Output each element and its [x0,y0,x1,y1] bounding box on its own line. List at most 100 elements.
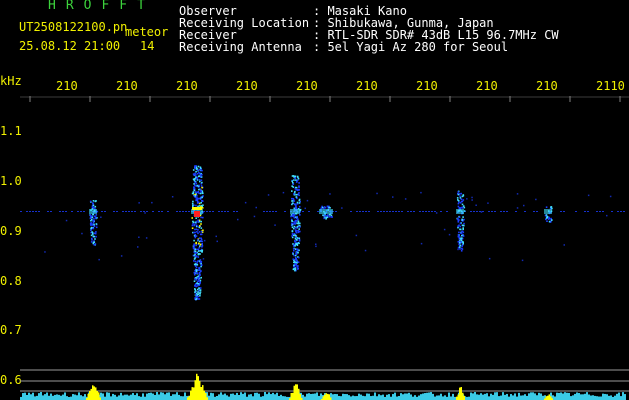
level-peak-bar [90,388,92,400]
echo-speck [293,225,296,228]
echo-speck [295,236,297,238]
echo-speck [93,218,95,220]
level-baseline-bar [34,396,36,400]
echo-speck [292,233,294,235]
echo-speck [463,222,465,225]
level-baseline-bar [342,393,344,400]
level-baseline-bar [576,392,578,400]
echo-speck [298,194,300,197]
echo-speck [95,214,98,216]
echo-speck [194,285,196,287]
echo-speck [196,285,199,287]
noise-speck [151,201,153,204]
carrier-speck [380,211,382,212]
level-baseline-bar [80,395,82,400]
echo-speck [294,257,297,259]
noise-speck [282,191,285,194]
echo-speck [200,264,203,266]
level-baseline-bar [502,392,504,400]
carrier-speck [143,211,145,212]
echo-speck [294,175,297,178]
echo-speck [462,227,464,229]
echo-speck [459,246,461,248]
level-peak-bar [199,381,201,400]
echo-speck [201,249,204,252]
carrier-speck [176,211,178,212]
level-baseline-bar [238,394,240,400]
level-baseline-bar [248,394,250,400]
noise-speck [563,244,565,246]
level-baseline-bar [618,392,620,400]
echo-speck [201,243,203,245]
echo-speck [198,171,200,174]
echo-speck [90,241,93,243]
echo-speck [92,220,94,222]
carrier-speck [428,211,430,212]
level-peak-bar [290,393,292,400]
echo-speck [297,177,300,180]
noise-speck [138,202,140,204]
echo-speck [194,265,197,267]
carrier-speck [80,211,82,212]
noise-speck [329,193,331,195]
echo-speck [199,293,201,295]
level-peak-bar [324,394,326,400]
level-baseline-bar [184,392,186,400]
level-baseline-bar [240,392,242,400]
level-baseline-bar [62,394,64,400]
noise-speck [475,204,477,206]
level-baseline-bar [48,395,50,400]
level-baseline-bar [568,392,570,400]
level-baseline-bar [84,394,86,400]
echo-speck [193,263,196,266]
level-baseline-bar [310,393,312,400]
echo-speck [457,199,459,201]
echo-speck [463,210,466,212]
echo-speck [199,233,202,236]
echo-speck [201,240,204,243]
level-baseline-bar [134,395,136,400]
echo-speck [199,180,201,183]
carrier-speck [263,211,265,212]
echo-core [290,209,300,214]
echo-speck [546,220,548,222]
echo-speck [299,214,301,216]
echo-speck [94,200,97,203]
echo-speck [199,271,201,274]
level-baseline-bar [278,395,280,400]
echo-speck [90,234,93,237]
echo-speck [197,288,199,291]
echo-speck [462,205,465,207]
level-baseline-bar [156,392,158,400]
level-peak-bar [328,394,330,400]
echo-speck [200,240,202,242]
noise-speck [137,246,139,248]
echo-speck [196,167,198,170]
echo-speck [295,239,298,241]
carrier-speck [101,211,103,212]
level-baseline-bar [32,392,34,400]
level-baseline-bar [242,393,244,400]
echo-speck [91,231,93,233]
echo-speck [296,248,298,251]
level-baseline-bar [250,394,252,400]
level-baseline-bar [402,394,404,400]
carrier-speck [470,211,472,212]
echo-speck [292,186,295,188]
level-peak-bar [459,387,461,400]
level-peak-bar [322,396,324,400]
echo-speck [193,189,196,192]
level-baseline-bar [232,393,234,400]
level-peak-bar [188,395,190,400]
echo-speck [192,247,195,250]
echo-speck [199,250,202,252]
echo-speck [297,188,299,191]
level-baseline-bar [432,393,434,400]
level-baseline-bar [36,395,38,400]
echo-speck [462,216,464,218]
level-peak-bar [93,386,95,400]
echo-speck [196,248,198,251]
level-peak-bar [202,385,204,400]
carrier-speck [188,211,190,212]
level-peak-bar [295,384,297,400]
